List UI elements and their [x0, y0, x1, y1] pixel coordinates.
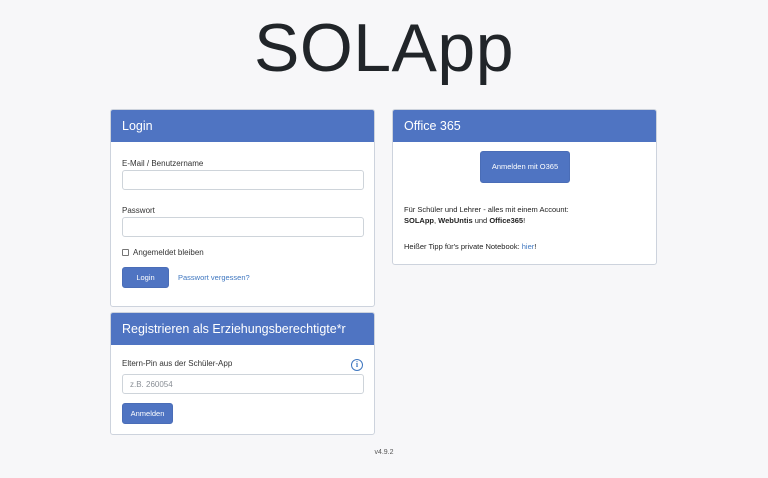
desc-end: ! [523, 216, 526, 225]
version-label: v4.9.2 [374, 449, 394, 456]
login-card-header: Login [111, 110, 374, 142]
password-label: Passwort [122, 206, 155, 215]
register-submit-button[interactable]: Anmelden [122, 403, 173, 424]
remember-me-checkbox[interactable] [122, 249, 129, 256]
app-title: SOLApp [253, 10, 515, 86]
tip-link[interactable]: hier [522, 242, 535, 251]
o365-login-button[interactable]: Anmelden mit O365 [480, 151, 570, 183]
register-card-header: Registrieren als Erziehungsberechtigte*r [111, 313, 374, 345]
tip-text: Heißer Tipp für's private Notebook: [404, 242, 522, 251]
register-card: Registrieren als Erziehungsberechtigte*r… [110, 312, 375, 435]
email-label: E-Mail / Benutzername [122, 159, 204, 168]
office-card-header: Office 365 [393, 110, 656, 142]
page: SOLApp Login E-Mail / Benutzername Passw… [0, 0, 768, 478]
office-tip: Heißer Tipp für's private Notebook: hier… [404, 241, 536, 252]
office-card: Office 365 Anmelden mit O365 Für Schüler… [392, 109, 657, 265]
info-icon[interactable]: i [351, 359, 363, 371]
login-card: Login E-Mail / Benutzername Passwort Ang… [110, 109, 375, 307]
email-field[interactable] [122, 170, 364, 190]
login-button[interactable]: Login [122, 267, 169, 288]
office-description: Für Schüler und Lehrer - alles mit einem… [404, 204, 569, 226]
remember-me-row[interactable]: Angemeldet bleiben [122, 248, 204, 257]
desc-sep2: und [472, 216, 490, 225]
password-field[interactable] [122, 217, 364, 237]
tip-end: ! [534, 242, 537, 251]
pin-label: Eltern-Pin aus der Schüler-App [122, 359, 233, 368]
parent-pin-input[interactable] [122, 374, 364, 394]
remember-me-label: Angemeldet bleiben [133, 248, 204, 257]
desc-solapp: SOLApp [404, 216, 434, 225]
desc-office365: Office365 [489, 216, 524, 225]
desc-webuntis: WebUntis [438, 216, 473, 225]
office-desc-line1: Für Schüler und Lehrer - alles mit einem… [404, 205, 569, 214]
forgot-password-link[interactable]: Passwort vergessen? [178, 273, 250, 282]
